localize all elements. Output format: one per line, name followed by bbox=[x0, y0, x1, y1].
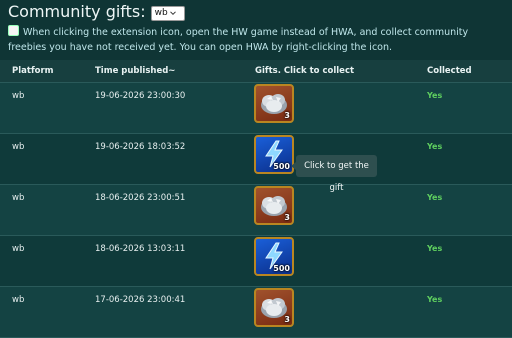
platform-cell: wb bbox=[12, 193, 25, 203]
collected-cell: Yes bbox=[427, 91, 443, 100]
gift-tooltip: Click to get the gift bbox=[291, 155, 377, 193]
time-cell: 18-06-2026 13:03:11 bbox=[95, 244, 186, 254]
gift-button[interactable]: 3 bbox=[254, 186, 294, 225]
platform-cell: wb bbox=[12, 91, 25, 101]
table-row: wb 19-06-2026 18:03:52 500 Yes bbox=[0, 133, 512, 185]
gift-quantity: 500 bbox=[273, 264, 290, 273]
gift-quantity: 3 bbox=[284, 213, 290, 222]
gifts-table: Platform Time published~ Gifts. Click to… bbox=[0, 60, 512, 338]
chevron-down-icon bbox=[169, 11, 176, 16]
time-cell: 19-06-2026 23:00:30 bbox=[95, 91, 186, 101]
column-header-collected[interactable]: Collected bbox=[415, 60, 512, 83]
open-game-option: When clicking the extension icon, open t… bbox=[8, 25, 506, 55]
platform-select-value: wb bbox=[154, 7, 168, 18]
page-title: Community gifts: bbox=[8, 2, 146, 21]
open-game-option-label: When clicking the extension icon, open t… bbox=[8, 27, 469, 53]
gift-cell: 3 bbox=[243, 83, 415, 134]
header: Community gifts: wb bbox=[8, 2, 185, 22]
column-header-time[interactable]: Time published~ bbox=[83, 60, 243, 83]
platform-select[interactable]: wb bbox=[150, 5, 185, 21]
platform-cell: wb bbox=[12, 244, 25, 254]
column-header-gifts[interactable]: Gifts. Click to collect bbox=[243, 60, 415, 83]
time-cell: 19-06-2026 18:03:52 bbox=[95, 142, 186, 152]
column-header-platform[interactable]: Platform bbox=[0, 60, 83, 83]
gift-cell: 3 bbox=[243, 287, 415, 338]
collected-cell: Yes bbox=[427, 295, 443, 304]
platform-cell: wb bbox=[12, 142, 25, 152]
gift-quantity: 500 bbox=[273, 162, 290, 171]
open-game-checkbox[interactable] bbox=[8, 25, 19, 36]
gift-button[interactable]: 500 bbox=[254, 135, 294, 174]
gift-quantity: 3 bbox=[284, 111, 290, 120]
platform-cell: wb bbox=[12, 295, 25, 305]
table-header-row: Platform Time published~ Gifts. Click to… bbox=[0, 60, 512, 83]
table-row: wb 17-06-2026 23:00:41 3 Yes bbox=[0, 286, 512, 338]
table-row: wb 18-06-2026 13:03:11 500 Yes bbox=[0, 235, 512, 287]
gift-cell: 500 bbox=[243, 236, 415, 287]
collected-cell: Yes bbox=[427, 142, 443, 151]
table-row: wb 18-06-2026 23:00:51 3 Yes bbox=[0, 184, 512, 236]
collected-cell: Yes bbox=[427, 244, 443, 253]
gift-button[interactable]: 500 bbox=[254, 237, 294, 276]
collected-cell: Yes bbox=[427, 193, 443, 202]
table-row: wb 19-06-2026 23:00:30 3 Yes bbox=[0, 82, 512, 134]
time-cell: 17-06-2026 23:00:41 bbox=[95, 295, 186, 305]
gift-button[interactable]: 3 bbox=[254, 288, 294, 327]
gift-button[interactable]: 3 bbox=[254, 84, 294, 123]
time-cell: 18-06-2026 23:00:51 bbox=[95, 193, 186, 203]
